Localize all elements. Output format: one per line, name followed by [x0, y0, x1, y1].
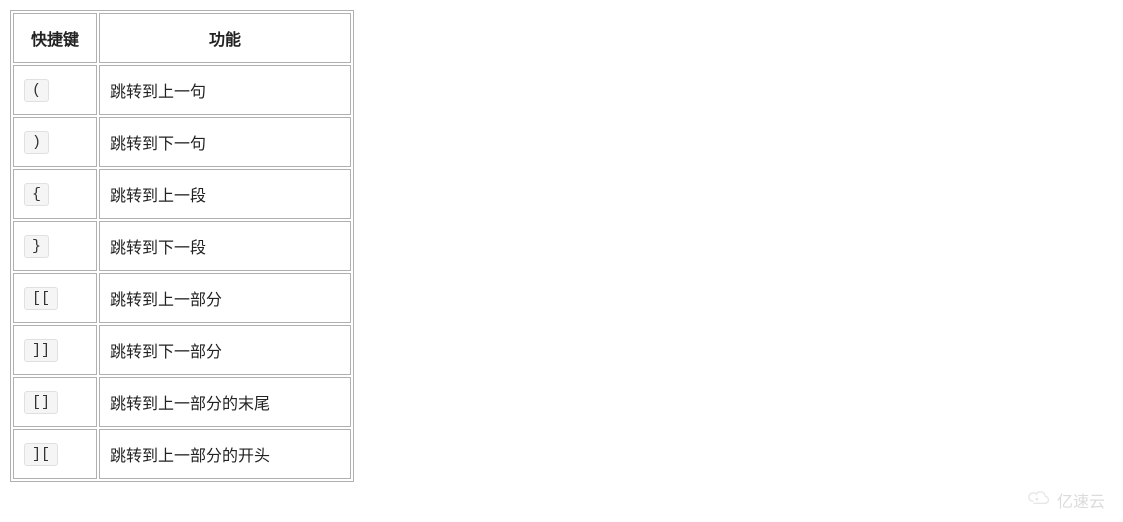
key-label: [[ — [24, 287, 58, 310]
cloud-icon — [1025, 487, 1057, 512]
func-label: 跳转到下一句 — [99, 117, 351, 167]
func-label: 跳转到上一段 — [99, 169, 351, 219]
table-row: [[ 跳转到上一部分 — [13, 273, 351, 323]
func-label: 跳转到上一部分的末尾 — [99, 377, 351, 427]
table-row: ]] 跳转到下一部分 — [13, 325, 351, 375]
key-label: ) — [24, 131, 49, 154]
key-label: ( — [24, 79, 49, 102]
key-label: ]] — [24, 339, 58, 362]
watermark-text: 亿速云 — [1057, 488, 1105, 512]
watermark: 亿速云 — [1025, 487, 1105, 512]
table-row: { 跳转到上一段 — [13, 169, 351, 219]
table-row: [] 跳转到上一部分的末尾 — [13, 377, 351, 427]
shortcut-table: 快捷键 功能 ( 跳转到上一句 ) 跳转到下一句 { 跳转到上一段 } 跳转到下… — [10, 10, 354, 482]
key-label: ][ — [24, 443, 58, 466]
func-label: 跳转到上一部分 — [99, 273, 351, 323]
func-label: 跳转到上一句 — [99, 65, 351, 115]
header-shortcut: 快捷键 — [13, 13, 97, 63]
table-row: ( 跳转到上一句 — [13, 65, 351, 115]
func-label: 跳转到下一段 — [99, 221, 351, 271]
func-label: 跳转到上一部分的开头 — [99, 429, 351, 479]
table-row: ) 跳转到下一句 — [13, 117, 351, 167]
func-label: 跳转到下一部分 — [99, 325, 351, 375]
table-row: } 跳转到下一段 — [13, 221, 351, 271]
table-row: ][ 跳转到上一部分的开头 — [13, 429, 351, 479]
key-label: } — [24, 235, 49, 258]
key-label: { — [24, 183, 49, 206]
header-function: 功能 — [99, 13, 351, 63]
key-label: [] — [24, 391, 58, 414]
